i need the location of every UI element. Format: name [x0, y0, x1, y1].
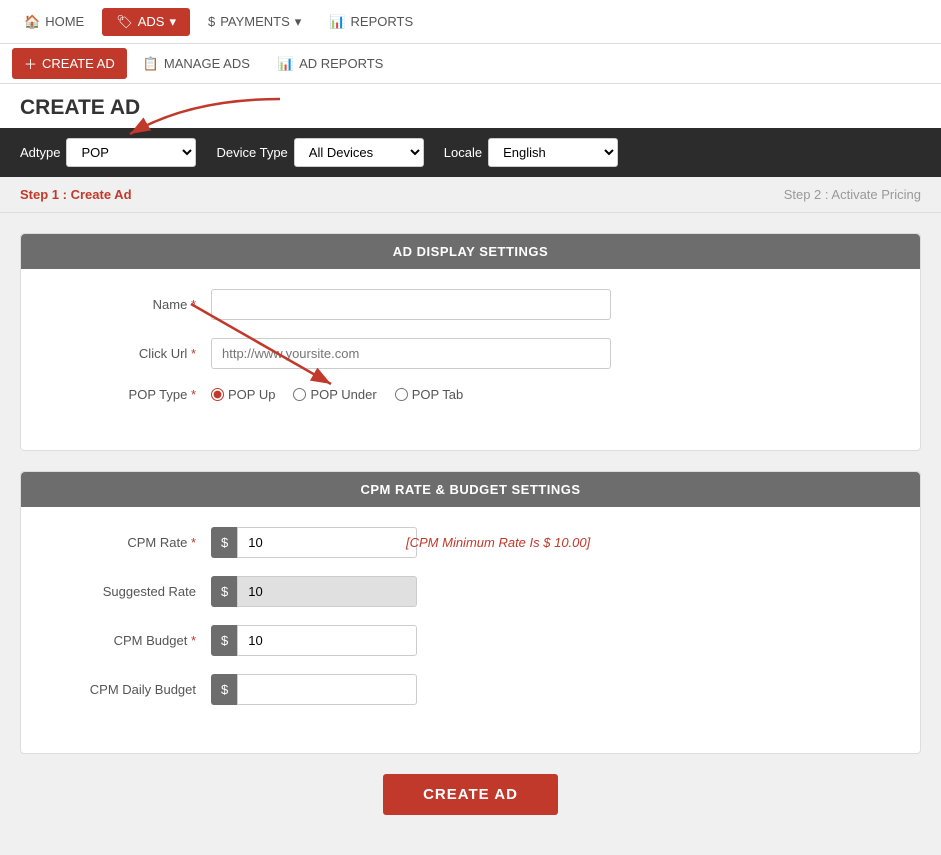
toolbar: Adtype POP Banner Native Device Type All…: [0, 128, 941, 177]
dollar-icon: $: [208, 14, 215, 29]
pop-under-radio[interactable]: [293, 388, 306, 401]
pop-tab-radio-label[interactable]: POP Tab: [395, 387, 464, 402]
page-title-wrapper: CREATE AD: [0, 84, 941, 128]
cpm-daily-budget-row: CPM Daily Budget $: [51, 674, 890, 705]
cpm-settings-card: CPM RATE & BUDGET SETTINGS CPM Rate * $ …: [20, 471, 921, 754]
pop-type-radio-group: POP Up POP Under POP Tab: [211, 387, 463, 402]
click-url-row: Click Url *: [51, 338, 890, 369]
cpm-budget-input-group: $: [211, 625, 391, 656]
cpm-daily-budget-dollar: $: [211, 674, 237, 705]
nav-reports[interactable]: 📊 REPORTS: [315, 0, 427, 43]
step2: Step 2 : Activate Pricing: [784, 187, 921, 202]
nav-ads[interactable]: 🏷 ADS ▾: [102, 8, 190, 36]
nav-payments[interactable]: $ PAYMENTS ▾: [194, 0, 315, 43]
adtype-label: Adtype: [20, 145, 60, 160]
suggested-rate-input-group: $: [211, 576, 391, 607]
top-nav: 🏠 HOME 🏷 ADS ▾ $ PAYMENTS ▾ 📊 REPORTS: [0, 0, 941, 44]
suggested-rate-label: Suggested Rate: [51, 584, 211, 599]
cpm-budget-dollar: $: [211, 625, 237, 656]
pop-up-radio[interactable]: [211, 388, 224, 401]
nav-home[interactable]: 🏠 HOME: [10, 0, 98, 43]
click-url-label: Click Url *: [51, 346, 211, 361]
cpm-rate-label: CPM Rate *: [51, 535, 211, 550]
cpm-rate-hint: [CPM Minimum Rate Is $ 10.00]: [406, 535, 590, 550]
cpm-daily-budget-label: CPM Daily Budget: [51, 682, 211, 697]
create-ad-button[interactable]: CREATE AD: [383, 774, 558, 815]
home-icon: 🏠: [24, 14, 40, 30]
name-input[interactable]: [211, 289, 611, 320]
name-label: Name *: [51, 297, 211, 312]
cpm-budget-input[interactable]: [237, 625, 417, 656]
plus-icon: ＋: [24, 54, 37, 73]
manage-icon: 📋: [143, 56, 159, 72]
adtype-select[interactable]: POP Banner Native: [66, 138, 196, 167]
locale-group: Locale English French Spanish German: [444, 138, 618, 167]
cpm-rate-input[interactable]: [237, 527, 417, 558]
cpm-daily-budget-input[interactable]: [237, 674, 417, 705]
ad-display-body: Name * Click Url * POP Type *: [21, 269, 920, 450]
adtype-group: Adtype POP Banner Native: [20, 138, 196, 167]
device-type-group: Device Type All Devices Desktop Mobile T…: [216, 138, 423, 167]
pop-type-label: POP Type *: [51, 387, 211, 402]
cpm-budget-row: CPM Budget * $: [51, 625, 890, 656]
cpm-rate-dollar: $: [211, 527, 237, 558]
chart-icon: 📊: [329, 14, 345, 30]
name-row: Name *: [51, 289, 890, 320]
pop-type-row: POP Type * POP Up POP Under POP Tab: [51, 387, 890, 402]
sub-nav: ＋ CREATE AD 📋 MANAGE ADS 📊 AD REPORTS: [0, 44, 941, 84]
cpm-settings-header: CPM RATE & BUDGET SETTINGS: [21, 472, 920, 507]
subnav-create-ad[interactable]: ＋ CREATE AD: [12, 48, 127, 79]
chevron-down-icon: ▾: [295, 14, 302, 30]
device-type-select[interactable]: All Devices Desktop Mobile Tablet: [294, 138, 424, 167]
ad-display-header: AD DISPLAY SETTINGS: [21, 234, 920, 269]
pop-up-radio-label[interactable]: POP Up: [211, 387, 275, 402]
pop-tab-radio[interactable]: [395, 388, 408, 401]
click-url-input[interactable]: [211, 338, 611, 369]
cpm-daily-budget-input-group: $: [211, 674, 391, 705]
suggested-rate-row: Suggested Rate $: [51, 576, 890, 607]
pop-under-radio-label[interactable]: POP Under: [293, 387, 376, 402]
steps-bar: Step 1 : Create Ad Step 2 : Activate Pri…: [0, 177, 941, 213]
cpm-budget-label: CPM Budget *: [51, 633, 211, 648]
report-icon: 📊: [278, 56, 294, 72]
cpm-settings-body: CPM Rate * $ [CPM Minimum Rate Is $ 10.0…: [21, 507, 920, 753]
subnav-ad-reports[interactable]: 📊 AD REPORTS: [264, 44, 397, 83]
subnav-manage-ads[interactable]: 📋 MANAGE ADS: [129, 44, 264, 83]
ad-display-card: AD DISPLAY SETTINGS Name *: [20, 233, 921, 451]
content-area: AD DISPLAY SETTINGS Name *: [0, 213, 941, 855]
chevron-down-icon: ▾: [169, 14, 176, 30]
cpm-rate-input-group: $: [211, 527, 391, 558]
step1: Step 1 : Create Ad: [20, 187, 132, 202]
page-title: CREATE AD: [20, 96, 921, 120]
locale-select[interactable]: English French Spanish German: [488, 138, 618, 167]
device-type-label: Device Type: [216, 145, 287, 160]
tag-icon: 🏷: [116, 14, 133, 30]
locale-label: Locale: [444, 145, 482, 160]
suggested-rate-dollar: $: [211, 576, 237, 607]
suggested-rate-input: [237, 576, 417, 607]
cpm-rate-row: CPM Rate * $ [CPM Minimum Rate Is $ 10.0…: [51, 527, 890, 558]
